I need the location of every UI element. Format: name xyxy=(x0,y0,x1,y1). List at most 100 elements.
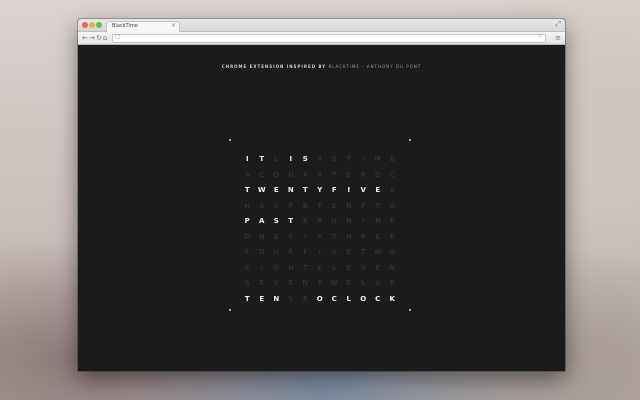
clock-letter: N xyxy=(375,217,381,225)
clock-letter: X xyxy=(317,232,323,241)
clock-letter: T xyxy=(332,170,337,179)
clock-letter: W xyxy=(330,279,338,287)
clock-letter: N xyxy=(346,201,352,210)
clock-letter: I xyxy=(289,155,293,163)
clock-letter: A xyxy=(259,201,265,210)
clock-letter: N xyxy=(389,263,395,272)
page-icon: ▢ xyxy=(115,33,121,40)
clock-letter: T xyxy=(317,279,322,287)
home-icon[interactable]: ⌂ xyxy=(103,33,107,43)
clock-letter: N xyxy=(259,232,265,241)
clock-letter: T xyxy=(244,186,250,194)
bookmark-star-icon[interactable]: ☆ xyxy=(538,33,543,40)
clock-letter: O xyxy=(389,201,395,210)
minute-dot-top-left xyxy=(229,139,231,141)
clock-letter: E xyxy=(346,248,351,256)
close-window-icon[interactable] xyxy=(82,22,88,28)
clock-letter: N xyxy=(302,279,308,287)
tab-blacktime[interactable]: BlackTime × xyxy=(106,21,180,32)
clock-letter: E xyxy=(274,232,279,241)
clock-letter: T xyxy=(244,294,250,303)
clock-letter: P xyxy=(244,217,250,225)
clock-letter: T xyxy=(375,201,380,210)
tab-close-icon[interactable]: × xyxy=(171,22,176,29)
clock-letter: I xyxy=(304,232,307,241)
clock-letter: B xyxy=(302,201,308,210)
minute-dot-bottom-right xyxy=(409,309,411,311)
clock-letter: I xyxy=(318,248,321,256)
clock-letter: S xyxy=(245,279,250,287)
clock-letter: R xyxy=(317,217,323,225)
clock-letter: F xyxy=(303,248,308,256)
clock-letter: A xyxy=(302,170,308,179)
clock-letter: C xyxy=(389,170,395,179)
browser-window: BlackTime × ⤢ ← → ↻ ⌂ ▢ ☆ ≡ CHROME EXTEN… xyxy=(78,19,565,371)
clock-letter: V xyxy=(331,248,337,256)
clock-letter: N xyxy=(346,217,352,225)
clock-row: TWENTYFIVEX xyxy=(240,183,400,199)
clock-letter: F xyxy=(361,201,366,210)
clock-letter: I xyxy=(362,155,365,163)
credit-text[interactable]: BLACKTIME - ANTHONY DU PONT xyxy=(328,64,421,69)
clock-letter: F xyxy=(331,186,337,194)
browser-toolbar: ← → ↻ ⌂ ▢ ☆ ≡ xyxy=(78,32,565,45)
clock-letter: H xyxy=(346,232,352,241)
credit-line: CHROME EXTENSION INSPIRED BY BLACKTIME -… xyxy=(78,64,565,69)
clock-letter: R xyxy=(288,248,294,256)
clock-letter: V xyxy=(360,186,366,194)
clock-letter: E xyxy=(346,279,351,287)
clock-letter: T xyxy=(259,155,265,163)
forward-icon[interactable]: → xyxy=(89,33,95,43)
clock-letter: U xyxy=(273,248,279,256)
clock-letter: I xyxy=(245,155,249,163)
credit-label: CHROME EXTENSION INSPIRED BY xyxy=(221,64,327,69)
clock-letter: E xyxy=(390,155,395,163)
clock-letter: T xyxy=(332,232,337,241)
zoom-window-icon[interactable] xyxy=(96,22,102,28)
clock-letter: N xyxy=(273,294,280,303)
clock-letter: G xyxy=(273,263,279,272)
clock-letter: F xyxy=(245,248,250,256)
clock-letter: E xyxy=(259,279,264,287)
clock-letter: Q xyxy=(273,170,279,179)
clock-letter: R xyxy=(360,232,366,241)
minimize-window-icon[interactable] xyxy=(89,22,95,28)
clock-row: ACQUARTERDC xyxy=(240,168,400,184)
clock-letter: V xyxy=(360,263,366,272)
clock-letter: I xyxy=(362,217,365,225)
clock-letter: T xyxy=(303,263,308,272)
back-icon[interactable]: ← xyxy=(82,33,88,43)
clock-letter: S xyxy=(302,155,308,163)
clock-letter: V xyxy=(375,279,381,287)
clock-letter: F xyxy=(288,201,293,210)
fullscreen-icon[interactable]: ⤢ xyxy=(555,20,561,29)
clock-letter: H xyxy=(288,263,294,272)
clock-letter: R xyxy=(317,170,323,179)
clock-letter: S xyxy=(288,294,293,303)
clock-letter: D xyxy=(375,170,381,179)
clock-letter: E xyxy=(346,170,351,179)
minute-dot-bottom-left xyxy=(229,309,231,311)
clock-letter: C xyxy=(259,170,265,179)
clock-letter: X xyxy=(389,186,395,194)
clock-letter: E xyxy=(259,294,265,303)
clock-letter: A xyxy=(317,155,323,163)
clock-letter: C xyxy=(331,294,337,303)
clock-letter: Y xyxy=(317,186,323,194)
clock-letter: H xyxy=(244,201,250,210)
clock-letter: W xyxy=(374,248,382,256)
clock-letter: T xyxy=(317,201,322,210)
clock-letter: O xyxy=(258,248,265,256)
clock-row: EIGHTELEVEN xyxy=(240,261,400,277)
clock-letter: W xyxy=(257,186,266,194)
clock-letter: L xyxy=(346,294,351,303)
menu-icon[interactable]: ≡ xyxy=(555,33,561,43)
clock-letter: L xyxy=(332,263,337,272)
clock-letter: E xyxy=(303,217,308,225)
reload-icon[interactable]: ↻ xyxy=(96,33,102,43)
clock-letter: M xyxy=(374,155,381,163)
address-bar[interactable]: ▢ ☆ xyxy=(112,33,546,43)
clock-letter: E xyxy=(245,263,250,272)
clock-letter: O xyxy=(316,294,323,303)
clock-letter: E xyxy=(375,186,381,194)
